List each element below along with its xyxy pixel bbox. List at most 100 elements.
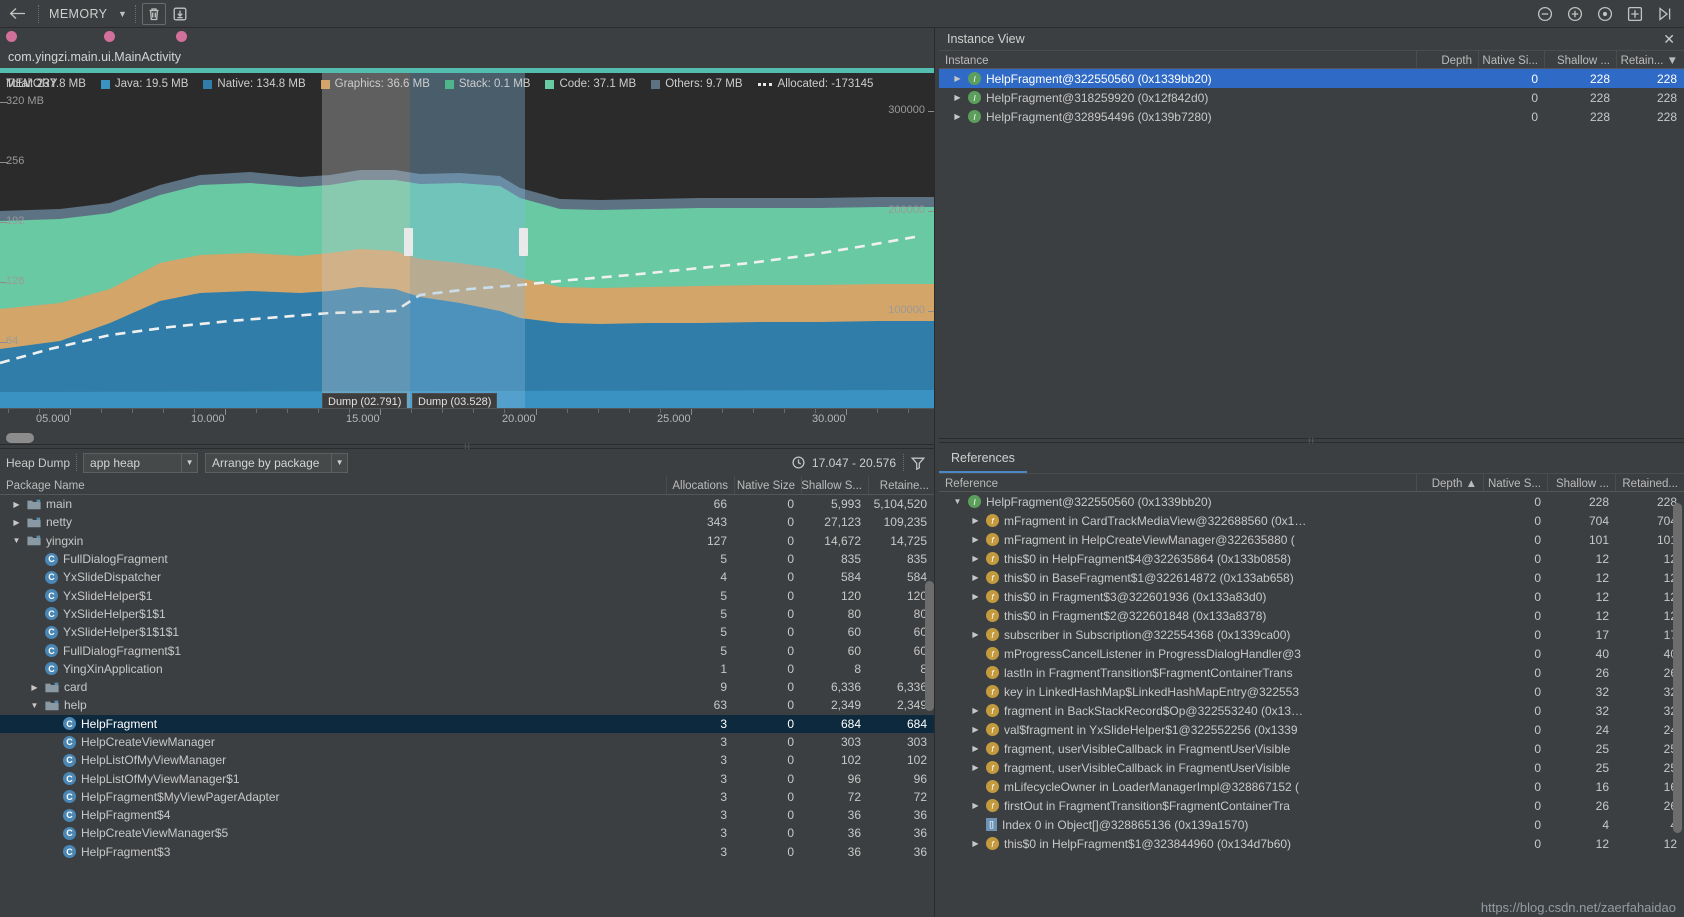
table-row[interactable]: C HelpFragment 3 0 684 684 — [0, 714, 935, 733]
heap-select[interactable]: app heap ▼ — [83, 452, 199, 473]
dump-marker-label[interactable]: Dump (02.791) — [322, 393, 408, 408]
table-row[interactable]: C YxSlideHelper$1 5 0 120 120 — [0, 586, 935, 604]
expand-twisty-icon[interactable]: ▶ — [6, 500, 27, 509]
event-marker[interactable] — [104, 31, 115, 42]
chevron-down-icon[interactable]: ▼ — [113, 9, 131, 19]
expand-twisty-icon[interactable]: ▶ — [947, 74, 968, 83]
trash-icon[interactable] — [142, 2, 167, 25]
expand-twisty-icon[interactable]: ▶ — [965, 516, 986, 525]
tab-references[interactable]: References — [939, 445, 1027, 473]
table-row[interactable]: C YxSlideHelper$1$1 5 0 80 80 — [0, 605, 935, 623]
expand-twisty-icon[interactable]: ▶ — [965, 535, 986, 544]
expand-twisty-icon[interactable]: ▶ — [965, 801, 986, 810]
instance-row[interactable]: ▶ I HelpFragment@328954496 (0x139b7280) 0 22… — [939, 107, 1684, 126]
heap-dump-class-table[interactable]: Package Name Allocations Native Size Sha… — [0, 476, 935, 917]
reference-row[interactable]: f mProgressCancelListener in ProgressDial… — [939, 644, 1684, 663]
table-row[interactable]: C FullDialogFragment 5 0 835 835 — [0, 550, 935, 568]
table-row[interactable]: ▶ netty 343 0 27,123 109,235 — [0, 513, 935, 531]
col-retained-size[interactable]: Retaine... — [869, 476, 935, 494]
table-row[interactable]: C FullDialogFragment$1 5 0 60 60 — [0, 641, 935, 659]
expand-twisty-icon[interactable]: ▶ — [965, 839, 986, 848]
attach-to-live-icon[interactable] — [1622, 3, 1648, 25]
table-row[interactable]: ▼ yingxin 127 0 14,672 14,725 — [0, 532, 935, 550]
reference-row[interactable]: f this$0 in Fragment$2@322601848 (0x133a8… — [939, 606, 1684, 625]
col-depth[interactable]: Depth ▲ — [1417, 474, 1484, 491]
table-row[interactable]: C HelpCreateViewManager 3 0 303 303 — [0, 733, 935, 751]
col-native-size[interactable]: Native S... — [1484, 474, 1548, 491]
expand-twisty-icon[interactable]: ▶ — [965, 573, 986, 582]
filter-icon[interactable] — [911, 456, 925, 470]
table-row[interactable]: ▼ help 63 0 2,349 2,349 — [0, 696, 935, 714]
jump-to-end-icon[interactable] — [1652, 3, 1678, 25]
reference-row[interactable]: [] Index 0 in Object[]@328865136 (0x139a1… — [939, 815, 1684, 834]
table-row[interactable]: C YxSlideDispatcher 4 0 584 584 — [0, 568, 935, 586]
reference-row[interactable]: ▶ f this$0 in Fragment$3@322601936 (0x133a… — [939, 587, 1684, 606]
event-marker[interactable] — [176, 31, 187, 42]
reference-row[interactable]: f mLifecycleOwner in LoaderManagerImpl@32… — [939, 777, 1684, 796]
reference-row[interactable]: ▶ f fragment, userVisibleCallback in Fragm… — [939, 758, 1684, 777]
table-row[interactable]: C HelpFragment$3 3 0 36 36 — [0, 843, 935, 861]
table-row[interactable]: C YingXinApplication 1 0 8 8 — [0, 660, 935, 678]
reset-zoom-icon[interactable] — [1592, 3, 1618, 25]
reference-row[interactable]: ▶ f fragment in BackStackRecord$Op@3225532… — [939, 701, 1684, 720]
reference-row[interactable]: ▶ f mFragment in HelpCreateViewManager@322… — [939, 530, 1684, 549]
memory-chart[interactable]: MEMORY Total: 237.8 MB Java: 19.5 MB Nat… — [0, 73, 935, 408]
vertical-splitter[interactable] — [934, 28, 938, 917]
expand-twisty-icon[interactable]: ▶ — [6, 518, 27, 527]
chevron-down-icon[interactable]: ▼ — [181, 453, 197, 472]
table-row[interactable]: C HelpFragment$MyViewPagerAdapter 3 0 72 72 — [0, 788, 935, 806]
reference-row[interactable]: f lastIn in FragmentTransition$FragmentCo… — [939, 663, 1684, 682]
col-native-size[interactable]: Native Si... — [1479, 51, 1545, 68]
expand-twisty-icon[interactable]: ▶ — [965, 725, 986, 734]
zoom-in-icon[interactable] — [1562, 3, 1588, 25]
expand-twisty-icon[interactable]: ▶ — [947, 112, 968, 121]
reference-row[interactable]: ▶ f this$0 in HelpFragment$1@323844960 (0x… — [939, 834, 1684, 853]
arrange-select[interactable]: Arrange by package ▼ — [205, 452, 349, 473]
expand-twisty-icon[interactable]: ▶ — [965, 630, 986, 639]
event-marker[interactable] — [6, 31, 17, 42]
reference-row[interactable]: ▶ f mFragment in CardTrackMediaView@322688… — [939, 511, 1684, 530]
selection-handle-left[interactable] — [404, 228, 413, 256]
table-row[interactable]: C HelpListOfMyViewManager$1 3 0 96 96 — [0, 769, 935, 787]
selection-handle-right[interactable] — [519, 228, 528, 256]
col-native-size[interactable]: Native Size — [735, 476, 802, 494]
col-retained-size[interactable]: Retained... — [1616, 474, 1684, 491]
table-row[interactable]: C HelpCreateViewManager$5 3 0 36 36 — [0, 824, 935, 842]
references-scrollbar[interactable] — [1673, 503, 1682, 833]
col-package-name[interactable]: Package Name — [0, 476, 667, 494]
col-reference[interactable]: Reference — [939, 474, 1417, 491]
close-icon[interactable]: ✕ — [1663, 32, 1675, 46]
expand-twisty-icon[interactable]: ▶ — [965, 554, 986, 563]
reference-row[interactable]: ▶ f fragment, userVisibleCallback in Fragm… — [939, 739, 1684, 758]
expand-twisty-icon[interactable]: ▶ — [965, 706, 986, 715]
reference-row[interactable]: ▶ f subscriber in Subscription@322554368 (… — [939, 625, 1684, 644]
dump-range-highlight-1[interactable] — [322, 73, 410, 408]
reference-row[interactable]: ▶ f this$0 in HelpFragment$4@322635864 (0x… — [939, 549, 1684, 568]
expand-twisty-icon[interactable]: ▼ — [24, 701, 45, 710]
zoom-out-icon[interactable] — [1532, 3, 1558, 25]
table-row[interactable]: C YxSlideHelper$1$1$1 5 0 60 60 — [0, 623, 935, 641]
dump-marker-label[interactable]: Dump (03.528) — [412, 393, 498, 408]
table-row[interactable]: ▶ card 9 0 6,336 6,336 — [0, 678, 935, 696]
expand-twisty-icon[interactable]: ▶ — [965, 763, 986, 772]
col-shallow-size[interactable]: Shallow S... — [802, 476, 869, 494]
expand-twisty-icon[interactable]: ▶ — [965, 744, 986, 753]
expand-twisty-icon[interactable]: ▼ — [947, 497, 968, 506]
table-row[interactable]: C HelpListOfMyViewManager 3 0 102 102 — [0, 751, 935, 769]
col-allocations[interactable]: Allocations — [667, 476, 735, 494]
reference-row[interactable]: ▶ f val$fragment in YxSlideHelper$1@322552… — [939, 720, 1684, 739]
chevron-down-icon[interactable]: ▼ — [331, 453, 347, 472]
reference-row[interactable]: f key in LinkedHashMap$LinkedHashMapEntry… — [939, 682, 1684, 701]
back-arrow-icon[interactable] — [0, 0, 34, 28]
reference-row[interactable]: ▶ f firstOut in FragmentTransition$Fragmen… — [939, 796, 1684, 815]
timeline-scroll-thumb[interactable] — [6, 433, 34, 443]
expand-twisty-icon[interactable]: ▼ — [6, 536, 27, 545]
col-instance[interactable]: Instance — [939, 51, 1417, 68]
expand-twisty-icon[interactable]: ▶ — [24, 683, 45, 692]
table-row[interactable]: C HelpFragment$4 3 0 36 36 — [0, 806, 935, 824]
reference-row[interactable]: ▼ I HelpFragment@322550560 (0x1339bb20) 0 22… — [939, 492, 1684, 511]
col-shallow-size[interactable]: Shallow ... — [1545, 51, 1617, 68]
col-shallow-size[interactable]: Shallow ... — [1548, 474, 1616, 491]
timeline-axis[interactable]: 05.000 10.000 15.000 20.000 25.000 30.00… — [0, 408, 935, 430]
table-row[interactable]: ▶ main 66 0 5,993 5,104,520 — [0, 495, 935, 513]
